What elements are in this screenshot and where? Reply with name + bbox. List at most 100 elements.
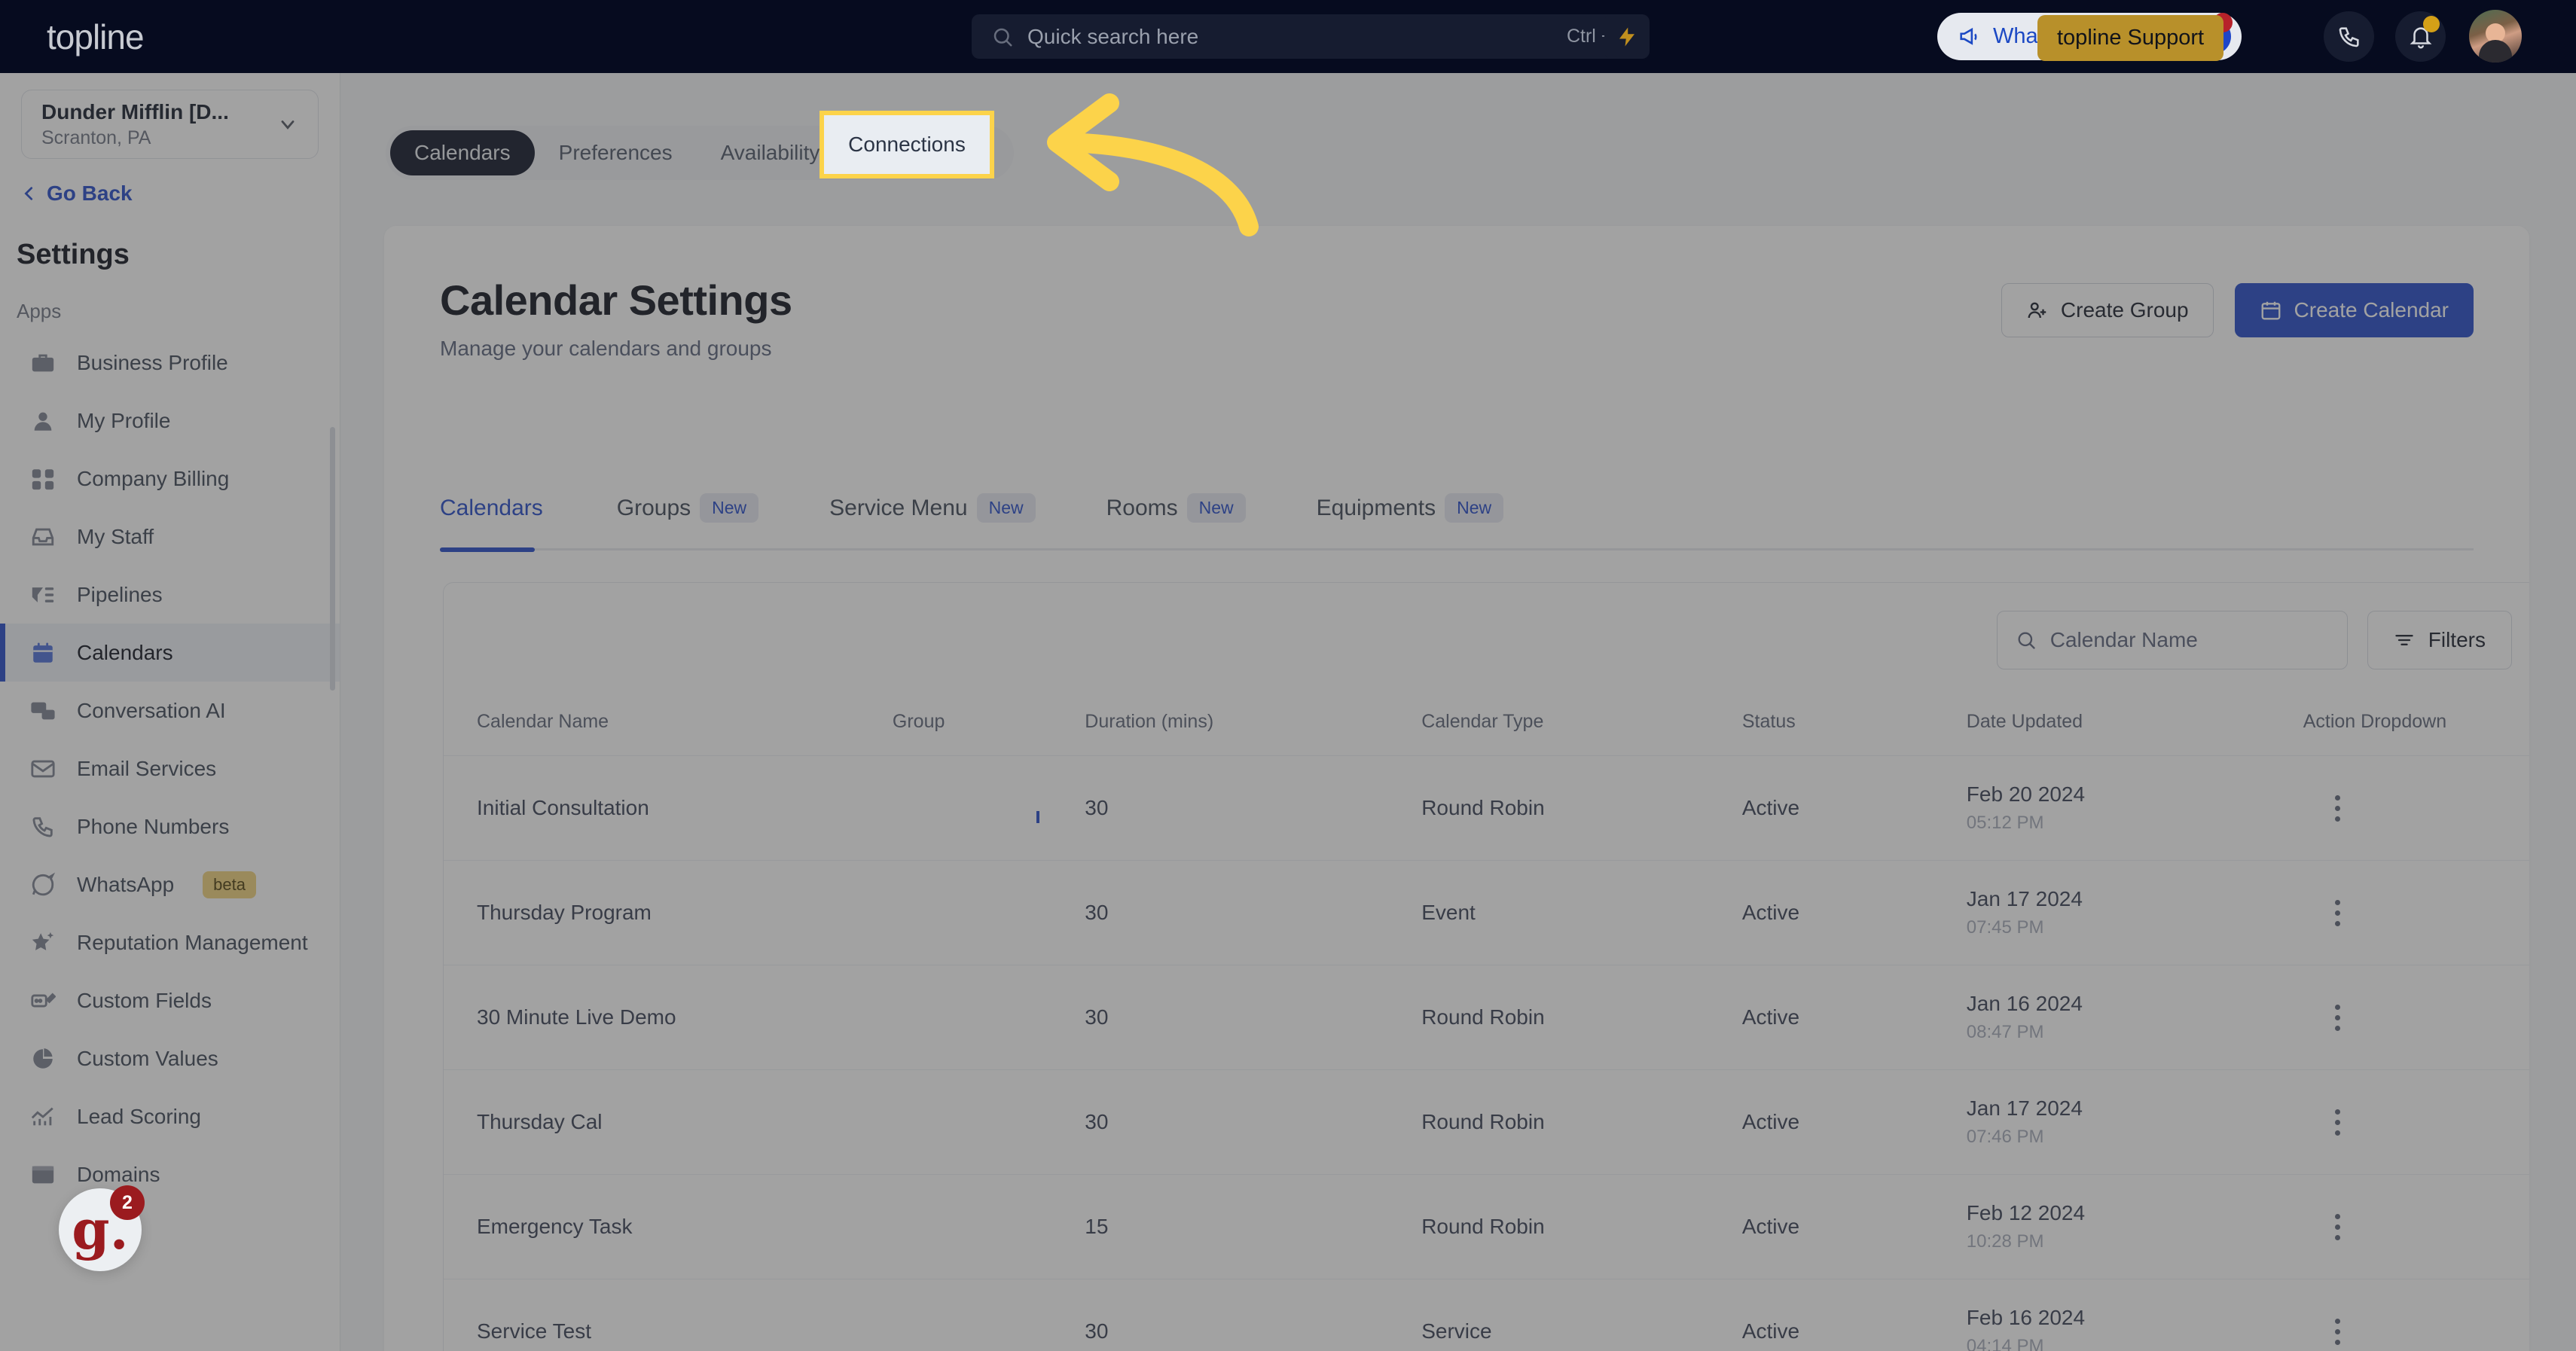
subtab-calendars[interactable]: Calendars bbox=[440, 496, 543, 521]
filters-button[interactable]: Filters bbox=[2367, 611, 2512, 669]
phone-icon bbox=[32, 816, 53, 837]
create-group-button[interactable]: Create Group bbox=[2001, 283, 2214, 337]
kebab-menu-icon[interactable] bbox=[2334, 1318, 2343, 1345]
table-row[interactable]: Initial Consultation 30 Round Robin Acti… bbox=[444, 755, 2529, 861]
sidebar-item-domains[interactable]: Domains bbox=[0, 1145, 340, 1203]
cell-duration: 30 bbox=[1085, 1069, 1422, 1175]
support-tooltip: topline Support bbox=[2037, 15, 2224, 61]
table-row[interactable]: Emergency Task 15 Round Robin Active Feb… bbox=[444, 1174, 2529, 1279]
sidebar-item-whatsapp[interactable]: WhatsApp beta bbox=[0, 855, 340, 913]
cell-date-updated: Jan 17 2024 07:45 PM bbox=[1966, 860, 2303, 965]
table-row[interactable]: Thursday Program 30 Event Active Jan 17 … bbox=[444, 860, 2529, 965]
page-subtitle: Manage your calendars and groups bbox=[440, 337, 772, 360]
sidebar-group-label: Apps bbox=[17, 300, 62, 322]
column-header-calendar-type[interactable]: Calendar Type bbox=[1421, 697, 1742, 756]
cell-calendar-name: Thursday Program bbox=[444, 860, 893, 965]
new-badge: New bbox=[976, 493, 1036, 523]
card-header: Calendar Settings Manage your calendars … bbox=[384, 226, 2529, 361]
funnel-icon bbox=[32, 587, 54, 602]
column-header-duration[interactable]: Duration (mins) bbox=[1085, 697, 1422, 756]
cell-status: Active bbox=[1741, 860, 1967, 965]
cell-action[interactable] bbox=[2303, 1069, 2529, 1175]
sidebar-item-pipelines[interactable]: Pipelines bbox=[0, 566, 340, 624]
chat-bubbles-icon bbox=[31, 702, 55, 719]
g2-review-widget[interactable]: g. 2 bbox=[59, 1185, 145, 1271]
calendars-table: Calendar Name Group Duration (mins) Cale… bbox=[444, 697, 2529, 1351]
header-actions: Create Group Create Calendar bbox=[2001, 276, 2474, 337]
lightning-bolt-icon bbox=[1619, 27, 1634, 46]
tab-calendars[interactable]: Calendars bbox=[390, 130, 535, 175]
column-header-group[interactable]: Group bbox=[892, 697, 1085, 756]
sidebar-nav-list: Business Profile My Profile Company Bill… bbox=[0, 334, 340, 1203]
cell-action[interactable] bbox=[2303, 860, 2529, 965]
date-value: Feb 16 2024 bbox=[1966, 1306, 2086, 1329]
go-back-link[interactable]: Go Back bbox=[21, 181, 340, 206]
search-icon bbox=[993, 28, 1012, 46]
sidebar-item-lead-scoring[interactable]: Lead Scoring bbox=[0, 1087, 340, 1145]
create-calendar-button[interactable]: Create Calendar bbox=[2234, 283, 2474, 337]
kebab-menu-icon[interactable] bbox=[2334, 794, 2343, 822]
notification-dot bbox=[2423, 16, 2440, 32]
tab-preferences[interactable]: Preferences bbox=[535, 130, 697, 175]
sidebar-item-conversation-ai[interactable]: Conversation AI bbox=[0, 682, 340, 740]
cell-calendar-name: Thursday Cal bbox=[444, 1069, 893, 1175]
tab-connections[interactable]: Connections bbox=[819, 111, 994, 178]
inbox-icon bbox=[32, 528, 54, 545]
brand-logo[interactable]: topline bbox=[47, 17, 145, 57]
text-caret bbox=[1036, 811, 1039, 823]
column-header-status[interactable]: Status bbox=[1741, 697, 1967, 756]
time-value: 07:45 PM bbox=[1966, 917, 2044, 938]
sidebar-item-business-profile[interactable]: Business Profile bbox=[0, 334, 340, 392]
sidebar-item-calendars[interactable]: Calendars bbox=[0, 624, 340, 682]
column-header-calendar-name[interactable]: Calendar Name bbox=[444, 697, 893, 756]
search-icon bbox=[2018, 632, 2035, 649]
cell-action[interactable] bbox=[2303, 755, 2529, 861]
page-title-sidebar: Settings bbox=[17, 239, 130, 270]
global-search-input[interactable]: Quick search here Ctrl + K bbox=[972, 14, 1650, 59]
kebab-menu-icon[interactable] bbox=[2334, 1004, 2343, 1031]
cell-status: Active bbox=[1741, 1174, 1967, 1279]
sidebar-item-email-services[interactable]: Email Services bbox=[0, 740, 340, 797]
cell-action[interactable] bbox=[2303, 1174, 2529, 1279]
cell-action[interactable] bbox=[2303, 965, 2529, 1070]
quick-actions-button[interactable] bbox=[1604, 14, 1649, 59]
table-row[interactable]: Service Test 30 Service Active Feb 16 20… bbox=[444, 1279, 2529, 1351]
sidebar-item-reputation-management[interactable]: Reputation Management bbox=[0, 913, 340, 971]
column-header-date-updated[interactable]: Date Updated bbox=[1966, 697, 2303, 756]
table-row[interactable]: Thursday Cal 30 Round Robin Active Jan 1… bbox=[444, 1069, 2529, 1175]
cell-calendar-type: Round Robin bbox=[1421, 965, 1742, 1070]
avatar[interactable] bbox=[2469, 10, 2522, 63]
g2-notification-count: 2 bbox=[110, 1185, 145, 1220]
cell-calendar-type: Event bbox=[1421, 860, 1742, 965]
phone-dialer-button[interactable] bbox=[2324, 11, 2374, 62]
sidebar-item-my-staff[interactable]: My Staff bbox=[0, 508, 340, 566]
main-content: Calendars Preferences Availability Conne… bbox=[340, 73, 2576, 1351]
sidebar-item-label: WhatsApp bbox=[77, 872, 175, 896]
subtab-equipments[interactable]: Equipments New bbox=[1317, 493, 1538, 523]
subtab-groups[interactable]: Groups New bbox=[617, 493, 793, 523]
cell-calendar-type: Round Robin bbox=[1421, 1069, 1742, 1175]
subtab-label: Rooms bbox=[1106, 495, 1178, 520]
kebab-menu-icon[interactable] bbox=[2334, 1213, 2343, 1240]
cell-duration: 30 bbox=[1085, 860, 1422, 965]
location-switcher[interactable]: Dunder Mifflin [D... Scranton, PA bbox=[21, 90, 319, 159]
sidebar-item-phone-numbers[interactable]: Phone Numbers bbox=[0, 797, 340, 855]
sidebar-item-company-billing[interactable]: Company Billing bbox=[0, 450, 340, 508]
search-input[interactable]: Calendar Name bbox=[1996, 611, 2348, 669]
subtab-service-menu[interactable]: Service Menu New bbox=[829, 493, 1070, 523]
sidebar-item-my-profile[interactable]: My Profile bbox=[0, 392, 340, 450]
kebab-menu-icon[interactable] bbox=[2334, 899, 2343, 926]
settings-sidebar: Dunder Mifflin [D... Scranton, PA Go Bac… bbox=[0, 73, 340, 1351]
sidebar-item-custom-fields[interactable]: Custom Fields bbox=[0, 971, 340, 1029]
cell-calendar-type: Round Robin bbox=[1421, 1174, 1742, 1279]
sidebar-item-custom-values[interactable]: Custom Values bbox=[0, 1029, 340, 1087]
briefcase-icon bbox=[32, 354, 54, 371]
cell-action[interactable] bbox=[2303, 1279, 2529, 1351]
subtab-rooms[interactable]: Rooms New bbox=[1106, 493, 1280, 523]
notifications-button[interactable] bbox=[2395, 11, 2446, 62]
kebab-menu-icon[interactable] bbox=[2334, 1109, 2343, 1136]
table-row[interactable]: 30 Minute Live Demo 30 Round Robin Activ… bbox=[444, 965, 2529, 1070]
cell-status: Active bbox=[1741, 1279, 1967, 1351]
cell-group bbox=[892, 1174, 1085, 1279]
sidebar-scrollbar[interactable] bbox=[330, 427, 335, 691]
